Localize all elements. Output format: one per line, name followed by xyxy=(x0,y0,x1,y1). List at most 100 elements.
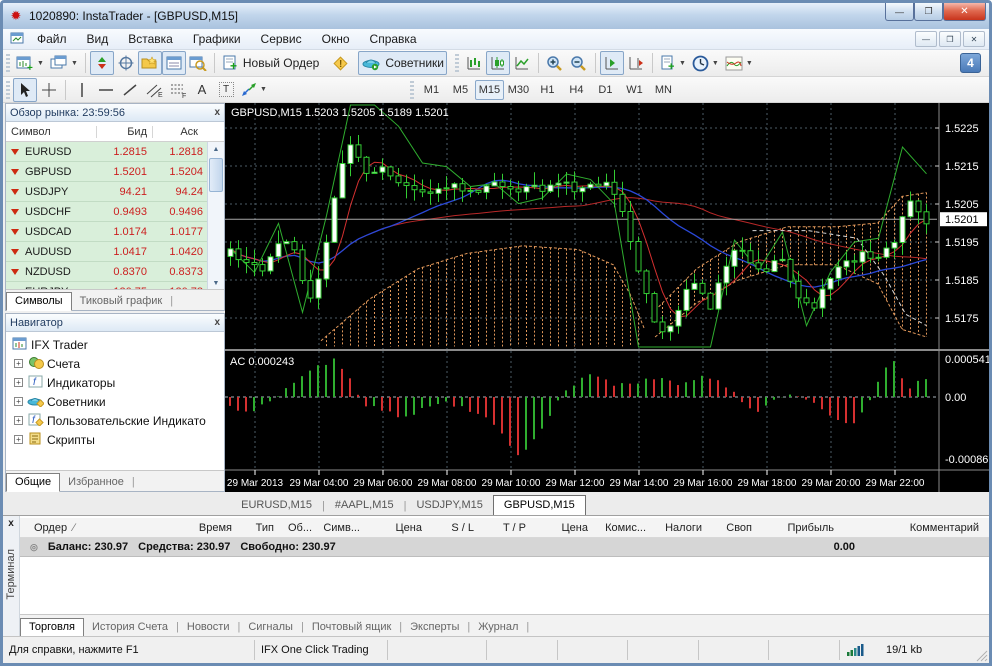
menu-item[interactable]: Справка xyxy=(360,29,427,49)
timeframe-mn[interactable]: MN xyxy=(649,80,678,100)
navigator-item[interactable]: + Скрипты xyxy=(6,430,224,449)
timeframe-d1[interactable]: D1 xyxy=(591,80,620,100)
child-restore-button[interactable]: ❐ xyxy=(939,31,961,47)
trendline-tool[interactable] xyxy=(118,78,142,102)
terminal-column[interactable]: Время xyxy=(178,522,238,534)
menu-item[interactable]: Сервис xyxy=(251,29,312,49)
expander-icon[interactable]: + xyxy=(14,435,23,444)
navigator-tab[interactable]: Общие xyxy=(6,473,61,492)
navigator-toggle[interactable] xyxy=(137,51,162,75)
cursor-tool[interactable] xyxy=(13,77,37,102)
auto-scroll-button[interactable] xyxy=(599,51,624,75)
timeframe-h4[interactable]: H4 xyxy=(562,80,591,100)
market-watch-header[interactable]: Обзор рынка: 23:59:56 x xyxy=(6,104,224,122)
terminal-column[interactable]: T / P xyxy=(480,522,532,534)
market-watch-row[interactable]: AUDUSD 1.0417 1.0420 xyxy=(6,242,224,262)
price-chart[interactable]: 1.5225 1.5215 1.5205 1.5195 1.5185 1.5175 1.52… xyxy=(225,103,989,492)
panel-close-icon[interactable]: x xyxy=(214,107,220,118)
market-watch-row[interactable]: GBPUSD 1.5201 1.5204 xyxy=(6,162,224,182)
column-symbol[interactable]: Символ xyxy=(6,125,97,138)
navigator-tab[interactable]: Избранное xyxy=(60,474,132,491)
terminal-tab[interactable]: История Счета xyxy=(84,619,176,636)
equidistant-channel-tool[interactable]: E xyxy=(142,78,166,102)
title-bar[interactable]: ✹ 1020890: InstaTrader - [GBPUSD,M15] — … xyxy=(3,3,989,29)
market-watch-row[interactable]: EURUSD 1.2815 1.2818 xyxy=(6,142,224,162)
chart-shift-button[interactable] xyxy=(624,51,648,75)
scrollbar-thumb[interactable] xyxy=(209,158,223,192)
navigator-root[interactable]: IFX Trader xyxy=(6,335,224,354)
navigator-item[interactable]: + f Пользовательские Индикато xyxy=(6,411,224,430)
terminal-column[interactable]: Об... xyxy=(280,522,318,534)
notifications-badge[interactable]: 4 xyxy=(960,53,981,73)
bar-chart-button[interactable] xyxy=(462,51,486,75)
market-watch-row[interactable]: USDCHF 0.9493 0.9496 xyxy=(6,202,224,222)
new-chart-button[interactable]: + ▼ xyxy=(13,51,47,75)
templates-button[interactable]: + ▼ xyxy=(657,51,689,75)
terminal-tab[interactable]: Сигналы xyxy=(240,619,301,636)
terminal-tab[interactable]: Эксперты xyxy=(402,619,467,636)
fibonacci-tool[interactable]: F xyxy=(166,78,190,102)
navigator-item[interactable]: + Советники xyxy=(6,392,224,411)
scroll-up-icon[interactable]: ▲ xyxy=(208,142,224,157)
text-label-tool[interactable]: T xyxy=(214,78,238,102)
text-tool[interactable]: A xyxy=(190,78,214,102)
timeframe-w1[interactable]: W1 xyxy=(620,80,649,100)
panel-close-icon[interactable]: x xyxy=(214,317,220,328)
menu-item[interactable]: Файл xyxy=(27,29,77,49)
status-mode-text[interactable]: IFX One Click Trading xyxy=(255,640,388,660)
periods-button[interactable]: ▼ xyxy=(689,51,722,75)
timeframe-m15[interactable]: M15 xyxy=(474,79,504,100)
terminal-column[interactable]: Налоги xyxy=(652,522,708,534)
terminal-column[interactable]: Своп xyxy=(708,522,758,534)
market-watch-toggle[interactable] xyxy=(89,51,114,75)
market-watch-tab[interactable]: Символы xyxy=(6,292,72,311)
indicators-button[interactable]: ▼ xyxy=(722,51,756,75)
resize-grip[interactable] xyxy=(974,648,988,662)
terminal-tab[interactable]: Торговля xyxy=(20,618,84,637)
terminal-column[interactable]: Комис... xyxy=(594,522,652,534)
menu-item[interactable]: Вставка xyxy=(118,29,183,49)
maximize-button[interactable]: ❐ xyxy=(914,3,943,21)
terminal-tab[interactable]: Журнал xyxy=(470,619,526,636)
chart-tab[interactable]: USDJPY,M15 xyxy=(406,496,492,515)
child-close-button[interactable]: ✕ xyxy=(963,31,985,47)
market-watch-row[interactable]: NZDUSD 0.8370 0.8373 xyxy=(6,262,224,282)
horizontal-line-tool[interactable] xyxy=(94,78,118,102)
timeframe-m30[interactable]: M30 xyxy=(504,80,533,100)
dropdown-arrow-icon[interactable]: ▼ xyxy=(71,60,78,67)
terminal-column[interactable]: S / L xyxy=(428,522,480,534)
market-watch-row[interactable]: USDCAD 1.0174 1.0177 xyxy=(6,222,224,242)
navigator-header[interactable]: Навигатор x xyxy=(6,314,224,332)
market-watch-row[interactable]: USDJPY 94.21 94.24 xyxy=(6,182,224,202)
column-ask[interactable]: Аск xyxy=(153,126,203,138)
timeframe-m1[interactable]: M1 xyxy=(417,80,446,100)
line-chart-button[interactable] xyxy=(510,51,534,75)
new-order-button[interactable]: + Новый Ордер xyxy=(219,51,322,75)
navigator-item[interactable]: + Счета xyxy=(6,354,224,373)
terminal-tab[interactable]: Почтовый ящик xyxy=(304,619,399,636)
vertical-line-tool[interactable] xyxy=(70,78,94,102)
terminal-column[interactable]: Прибыль xyxy=(758,522,840,534)
terminal-column[interactable]: Цена xyxy=(532,522,594,534)
zoom-out-button[interactable] xyxy=(567,51,591,75)
terminal-column[interactable]: Ордер ∕ xyxy=(28,522,178,534)
minimize-button[interactable]: — xyxy=(885,3,914,21)
dropdown-arrow-icon[interactable]: ▼ xyxy=(712,60,719,67)
chart-tab[interactable]: GBPUSD,M15 xyxy=(492,495,586,516)
expert-advisors-button[interactable]: Советники xyxy=(358,51,447,75)
menu-item[interactable]: Вид xyxy=(77,29,119,49)
dropdown-arrow-icon[interactable]: ▼ xyxy=(679,60,686,67)
terminal-close-icon[interactable]: x xyxy=(8,516,14,531)
timeframe-m5[interactable]: M5 xyxy=(446,80,475,100)
toolbar-grip[interactable] xyxy=(6,54,10,72)
market-watch-tab[interactable]: Тиковый график xyxy=(72,293,171,310)
chart-tab[interactable]: #AAPL,M15 xyxy=(325,496,404,515)
menu-item[interactable]: Окно xyxy=(312,29,360,49)
expander-icon[interactable]: + xyxy=(14,359,23,368)
expander-icon[interactable]: + xyxy=(14,416,23,425)
dropdown-arrow-icon[interactable]: ▼ xyxy=(746,60,753,67)
terminal-column[interactable]: Комментарий xyxy=(840,522,989,534)
chart-tab[interactable]: EURUSD,M15 xyxy=(231,496,322,515)
terminal-column[interactable]: Цена xyxy=(366,522,428,534)
navigator-item[interactable]: + f Индикаторы xyxy=(6,373,224,392)
